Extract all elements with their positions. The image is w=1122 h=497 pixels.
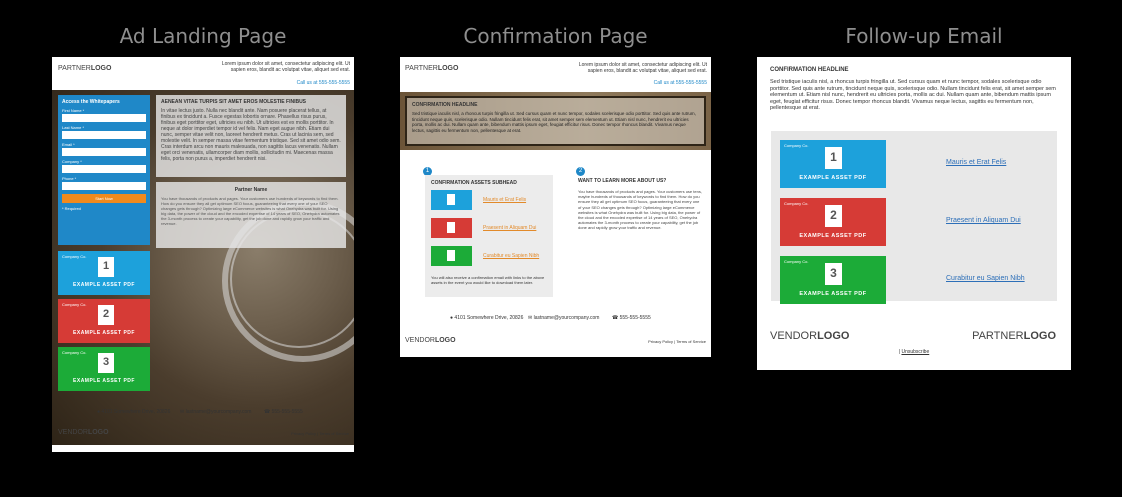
landing-page-title: Ad Landing Page	[119, 24, 287, 48]
landing-headline: AENEAN VITAE TURPIS SIT AMET EROS MOLEST…	[161, 99, 307, 105]
footer-email[interactable]: ✉ lastname@yourcompany.com	[180, 409, 251, 415]
company-input[interactable]	[62, 165, 146, 173]
vendor-logo: VENDORLOGO	[770, 330, 850, 342]
asset-thumb-1[interactable]	[431, 190, 472, 210]
assets-note: You will also receive a confirmation ema…	[431, 275, 545, 285]
form-title: Access the Whitepapers	[62, 99, 120, 105]
header-tagline: Lorem ipsum dolor sit amet, consectetur …	[578, 62, 707, 74]
email-asset-link-2[interactable]: Praesent in Aliquam Dui	[946, 217, 1021, 224]
email-asset-link-1[interactable]: Mauris et Erat Felis	[946, 159, 1006, 166]
asset-card-2[interactable]: Company Co. 2 EXAMPLE ASSET PDF	[58, 299, 150, 343]
required-note: * Required	[62, 206, 81, 211]
header-call: Call us at 555-555-5555	[653, 80, 707, 86]
footer-address: ● 4101 Somewhere Drive, 20826	[450, 315, 524, 321]
partner-logo: PARTNERLOGO	[58, 65, 112, 72]
unsubscribe-link[interactable]: | Unsubscribe	[757, 349, 1071, 355]
footer-links[interactable]: Privacy Policy | Terms of Service	[648, 339, 706, 345]
field-label: Company *	[62, 159, 82, 164]
lead-form: Access the Whitepapers First Name * Last…	[58, 95, 150, 245]
email-input[interactable]	[62, 148, 146, 156]
first-name-input[interactable]	[62, 114, 146, 122]
asset-thumb-3[interactable]	[431, 246, 472, 266]
footer-address: ● 4101 Somewhere Drive, 20826	[97, 409, 171, 415]
partner-name: Partner Name	[234, 187, 268, 193]
field-label: Email *	[62, 142, 75, 147]
email-asset-card-2[interactable]: Company Co. 2 EXAMPLE ASSET PDF	[780, 198, 886, 246]
email-headline: CONFIRMATION HEADLINE	[770, 67, 849, 73]
email-asset-card-1[interactable]: Company Co. 1 EXAMPLE ASSET PDF	[780, 140, 886, 188]
step-2-badge: 2	[576, 167, 585, 176]
asset-link-3[interactable]: Curabitur eu Sapien Nibh	[483, 253, 539, 259]
confirmation-headline: CONFIRMATION HEADLINE	[412, 102, 478, 108]
assets-subhead: CONFIRMATION ASSETS SUBHEAD	[431, 180, 517, 186]
start-now-button[interactable]: Start Now	[62, 194, 146, 203]
partner-logo: PARTNERLOGO	[972, 330, 1056, 342]
email-assets-box: Company Co. 1 EXAMPLE ASSET PDF Mauris e…	[771, 131, 1057, 304]
landing-body: In vitae lectus justo. Nulla nec blandit…	[161, 108, 341, 162]
phone-input[interactable]	[62, 182, 146, 190]
learn-more-text: You have thousands of products and pages…	[578, 189, 702, 231]
asset-card-1[interactable]: Company Co. 1 EXAMPLE ASSET PDF	[58, 251, 150, 295]
last-name-input[interactable]	[62, 131, 146, 139]
field-label: First Name *	[62, 108, 85, 113]
confirmation-body: Sed tristique iaculis nisl, a rhoncus tu…	[412, 111, 696, 133]
followup-email-mockup: CONFIRMATION HEADLINE Sed tristique iacu…	[757, 57, 1071, 370]
assets-box: CONFIRMATION ASSETS SUBHEAD Mauris et Er…	[425, 175, 553, 297]
footer-email[interactable]: ✉ lastname@yourcompany.com	[528, 315, 599, 321]
footer-phone: ☎ 555-555-5555	[264, 409, 303, 415]
asset-link-2[interactable]: Praesent in Aliquam Dui	[483, 225, 536, 231]
field-label: Last Name *	[62, 125, 85, 130]
footer-phone: ☎ 555-555-5555	[612, 315, 651, 321]
intro-text-box: AENEAN VITAE TURPIS SIT AMET EROS MOLEST…	[156, 95, 346, 177]
email-asset-card-3[interactable]: Company Co. 3 EXAMPLE ASSET PDF	[780, 256, 886, 304]
vendor-logo: VENDORLOGO	[58, 429, 109, 436]
confirmation-banner: CONFIRMATION HEADLINE Sed tristique iacu…	[400, 92, 711, 150]
asset-thumb-2[interactable]	[431, 218, 472, 238]
partner-logo: PARTNERLOGO	[405, 65, 459, 72]
header-call: Call us at 555-555-5555	[296, 80, 350, 86]
partner-text: You have thousands of products and pages…	[161, 196, 340, 226]
email-asset-link-3[interactable]: Curabitur eu Sapien Nibh	[946, 275, 1025, 282]
asset-card-3[interactable]: Company Co. 3 EXAMPLE ASSET PDF	[58, 347, 150, 391]
field-label: Phone *	[62, 176, 77, 181]
partner-text-box: Partner Name You have thousands of produ…	[156, 182, 346, 248]
email-body: Sed tristique iaculis nisl, a rhoncus tu…	[770, 79, 1056, 112]
confirmation-page-mockup: PARTNERLOGO Lorem ipsum dolor sit amet, …	[400, 57, 711, 357]
confirmation-page-title: Confirmation Page	[463, 24, 648, 48]
footer-links[interactable]: Privacy Policy | Terms of Service	[291, 431, 349, 437]
vendor-logo: VENDORLOGO	[405, 337, 456, 344]
landing-page-mockup: PARTNERLOGO Lorem ipsum dolor sit amet, …	[52, 57, 354, 452]
learn-more-title: WANT TO LEARN MORE ABOUT US?	[578, 178, 667, 184]
asset-link-1[interactable]: Mauris et Erat Felis	[483, 197, 526, 203]
header-tagline: Lorem ipsum dolor sit amet, consectetur …	[221, 61, 350, 73]
followup-email-title: Follow-up Email	[845, 24, 1003, 48]
